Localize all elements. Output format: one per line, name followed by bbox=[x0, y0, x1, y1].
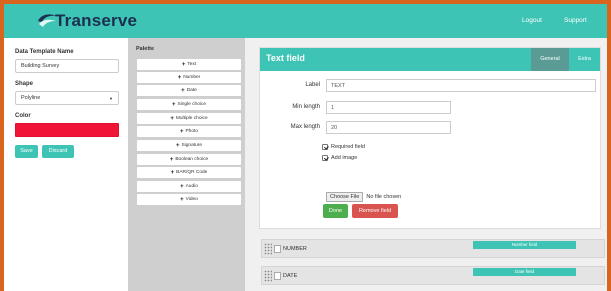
palette-item-signature[interactable]: + Signature bbox=[137, 140, 241, 151]
field-editor-card: Text field General Extra Label TEXT Min … bbox=[259, 47, 601, 229]
palette-item-number[interactable]: + Number bbox=[137, 72, 241, 83]
field-row-name: NUMBER bbox=[283, 246, 307, 252]
file-status-text: No file chosen bbox=[366, 194, 402, 200]
tab-extra[interactable]: Extra bbox=[569, 48, 600, 71]
plus-icon: + bbox=[171, 101, 176, 108]
field-row-name: DATE bbox=[283, 273, 298, 279]
required-field-label: Required field bbox=[331, 144, 365, 150]
field-row-number[interactable]: NUMBER Number field bbox=[261, 239, 605, 258]
palette-item-multiple-choice[interactable]: + Multiple choice bbox=[137, 113, 241, 124]
plus-icon: + bbox=[180, 183, 184, 190]
palette-item-label: Photo bbox=[185, 129, 199, 134]
brand-logo[interactable]: Transerve bbox=[36, 10, 137, 32]
palette-item-label: Number bbox=[183, 75, 201, 80]
app-window: Transerve Logout Support Data Template N… bbox=[4, 4, 607, 291]
palette-item-label: Date bbox=[186, 88, 197, 93]
support-link[interactable]: Support bbox=[564, 17, 587, 24]
max-length-label: Max length bbox=[290, 124, 320, 130]
chevron-down-icon: ▼ bbox=[109, 95, 113, 101]
plus-icon: + bbox=[170, 169, 175, 176]
field-editor-title: Text field bbox=[266, 53, 305, 63]
palette-item-date[interactable]: + Date bbox=[137, 85, 241, 96]
palette-item-label: Multiple choice bbox=[175, 116, 208, 121]
shape-select-value: Polyline bbox=[21, 95, 41, 101]
color-picker[interactable] bbox=[15, 123, 119, 137]
plus-icon: + bbox=[175, 142, 180, 149]
field-type-icon bbox=[274, 245, 281, 253]
form-builder-area: Text field General Extra Label TEXT Min … bbox=[245, 38, 607, 291]
template-name-label: Data Template Name bbox=[15, 49, 74, 55]
palette-title: Palette bbox=[136, 46, 155, 52]
checkbox-checked-icon bbox=[322, 144, 328, 150]
min-length-input[interactable]: 1 bbox=[326, 101, 451, 114]
palette-item-photo[interactable]: + Photo bbox=[137, 126, 241, 137]
logo-swoosh-icon bbox=[36, 12, 58, 30]
palette-item-label: Single choice bbox=[177, 102, 207, 107]
palette-item-label: Text bbox=[187, 62, 197, 67]
drag-handle-icon[interactable] bbox=[264, 270, 272, 282]
palette-item-bar-qr-code[interactable]: + BAR/QR Code bbox=[137, 167, 241, 178]
discard-button[interactable]: Discard bbox=[42, 145, 74, 158]
field-type-badge: Number field bbox=[473, 241, 576, 249]
palette-item-single-choice[interactable]: + Single choice bbox=[137, 99, 241, 110]
palette-item-label: Signature bbox=[181, 143, 203, 148]
add-image-checkbox[interactable]: Add image bbox=[322, 155, 357, 161]
remove-field-button[interactable]: Remove field bbox=[352, 204, 398, 218]
shape-label: Shape bbox=[15, 81, 34, 87]
tab-general[interactable]: General bbox=[531, 48, 569, 71]
palette-item-label: BAR/QR Code bbox=[176, 170, 208, 175]
shape-select[interactable]: Polyline ▼ bbox=[15, 91, 119, 105]
top-navbar: Transerve Logout Support bbox=[4, 4, 607, 38]
field-type-icon bbox=[274, 272, 281, 280]
done-button[interactable]: Done bbox=[323, 204, 348, 218]
field-type-badge: Date field bbox=[473, 268, 576, 276]
label-field-label: Label bbox=[305, 82, 320, 88]
field-palette: Palette + Text + Number + Date + Single choi… bbox=[128, 38, 245, 291]
field-editor-header: Text field General Extra bbox=[260, 48, 600, 71]
palette-item-text[interactable]: + Text bbox=[137, 59, 241, 70]
plus-icon: + bbox=[169, 156, 174, 163]
plus-icon: + bbox=[181, 87, 185, 94]
save-button[interactable]: Save bbox=[15, 145, 38, 158]
color-label: Color bbox=[15, 113, 31, 119]
plus-icon: + bbox=[177, 74, 182, 81]
choose-file-button[interactable]: Choose File bbox=[326, 192, 364, 202]
min-length-label: Min length bbox=[292, 104, 320, 110]
palette-item-label: Video bbox=[185, 197, 198, 202]
plus-icon: + bbox=[179, 128, 184, 135]
palette-item-audio[interactable]: + Audio bbox=[137, 181, 241, 192]
plus-icon: + bbox=[170, 115, 174, 122]
checkbox-checked-icon bbox=[322, 155, 328, 161]
add-image-label: Add image bbox=[331, 155, 358, 161]
logout-link[interactable]: Logout bbox=[522, 17, 542, 24]
palette-item-label: Audio bbox=[185, 184, 198, 189]
label-input[interactable]: TEXT bbox=[326, 79, 596, 92]
file-upload: Choose File No file chosen bbox=[326, 192, 401, 202]
palette-item-label: Boolean choice bbox=[175, 157, 209, 162]
template-settings-panel: Data Template Name Building Survey Shape… bbox=[4, 38, 128, 291]
drag-handle-icon[interactable] bbox=[264, 243, 272, 255]
max-length-input[interactable]: 20 bbox=[326, 121, 451, 134]
field-row-date[interactable]: DATE Date field bbox=[261, 266, 605, 285]
palette-item-boolean-choice[interactable]: + Boolean choice bbox=[137, 154, 241, 165]
plus-icon: + bbox=[181, 61, 186, 68]
plus-icon: + bbox=[180, 196, 184, 203]
template-name-input[interactable]: Building Survey bbox=[15, 59, 119, 73]
required-field-checkbox[interactable]: Required field bbox=[322, 144, 365, 150]
brand-name: Transerve bbox=[55, 11, 138, 30]
palette-item-video[interactable]: + Video bbox=[137, 194, 241, 205]
